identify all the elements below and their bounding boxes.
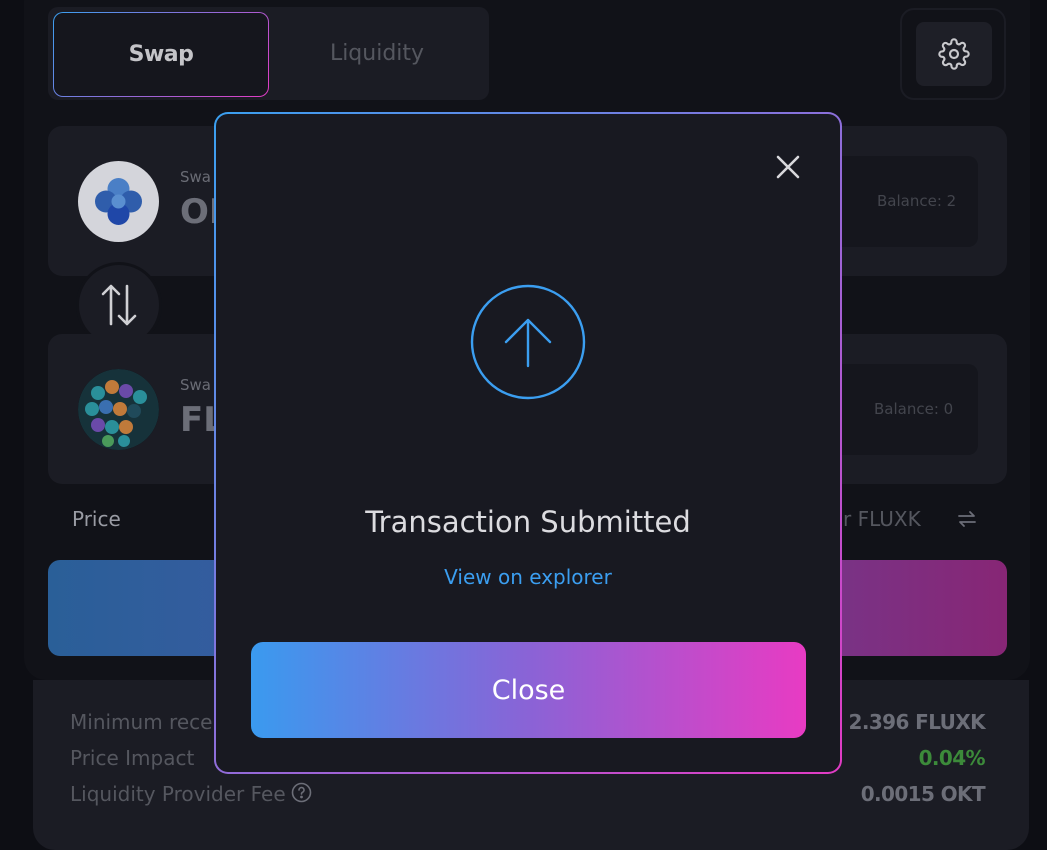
view-on-explorer-link[interactable]: View on explorer — [214, 565, 842, 589]
lp-fee-label: Liquidity Provider Fee — [70, 782, 286, 806]
price-impact-label: Price Impact — [70, 746, 195, 770]
lp-fee-value: 0.0015 OKT — [860, 782, 986, 806]
minimum-received-label: Minimum recei — [70, 710, 218, 734]
arrow-up-circle-icon — [470, 284, 586, 404]
to-label: Swa — [180, 376, 211, 394]
question-circle-icon[interactable] — [291, 782, 312, 807]
price-label: Price — [72, 507, 121, 531]
from-balance: Balance: 2 — [877, 192, 957, 210]
settings-button[interactable] — [916, 22, 992, 86]
gear-icon — [938, 38, 970, 70]
swap-arrows-icon — [101, 284, 137, 326]
from-label: Swa — [180, 168, 211, 186]
to-balance: Balance: 0 — [874, 400, 954, 418]
okt-token-icon[interactable] — [78, 161, 159, 242]
close-icon[interactable] — [775, 154, 801, 180]
close-button[interactable]: Close — [251, 642, 806, 738]
minimum-received-value: 2.396 FLUXK — [848, 710, 986, 734]
price-impact-value: 0.04% — [918, 746, 986, 770]
fluxk-token-icon[interactable] — [78, 369, 159, 450]
tab-swap[interactable]: Swap — [53, 12, 269, 97]
modal-title: Transaction Submitted — [365, 505, 691, 539]
refresh-icon[interactable] — [956, 508, 978, 534]
tab-liquidity[interactable]: Liquidity — [270, 12, 484, 95]
